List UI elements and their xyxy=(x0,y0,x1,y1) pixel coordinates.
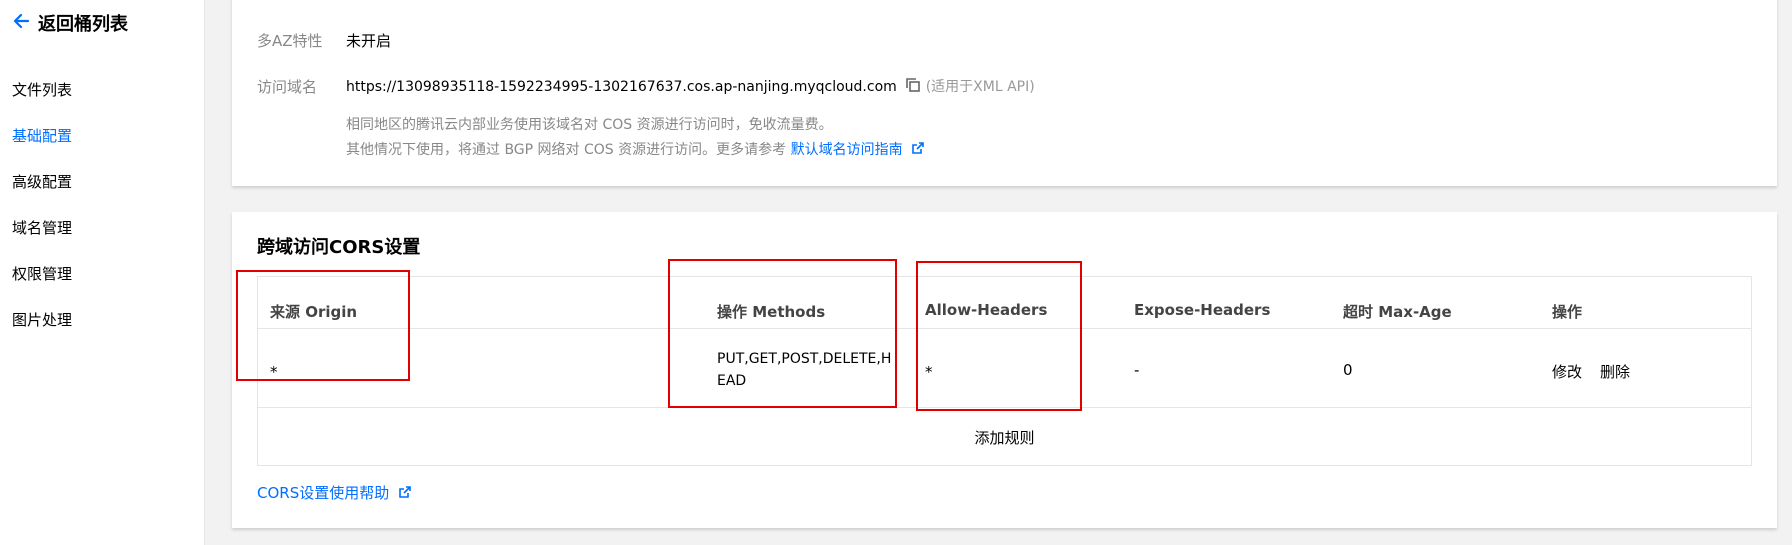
col-header-max-age: 超时 Max-Age xyxy=(1343,303,1452,321)
header-divider xyxy=(258,328,1751,329)
cors-table: 来源 Origin 操作 Methods Allow-Headers Expos… xyxy=(257,276,1752,466)
row-divider xyxy=(258,407,1751,408)
col-header-expose-headers: Expose-Headers xyxy=(1134,301,1271,319)
sidebar-item-domain-management[interactable]: 域名管理 xyxy=(12,217,72,238)
hint-line-2-text: 其他情况下使用，将通过 BGP 网络对 COS 资源进行访问。更多请参考 xyxy=(346,142,787,158)
access-domain-label: 访问域名 xyxy=(257,78,318,96)
edit-button[interactable]: 修改 xyxy=(1552,361,1582,382)
cors-card: 跨域访问CORS设置 来源 Origin 操作 Methods Allow-He… xyxy=(232,212,1777,528)
sidebar-item-permission-management[interactable]: 权限管理 xyxy=(12,263,72,284)
hint-line-1: 相同地区的腾讯云内部业务使用该域名对 COS 资源进行访问时，免收流量费。 xyxy=(346,117,833,133)
cell-origin: * xyxy=(270,363,278,381)
domain-url: https://13098935118-1592234995-130216763… xyxy=(346,79,897,95)
back-label: 返回桶列表 xyxy=(38,14,128,35)
multi-az-value: 未开启 xyxy=(346,32,392,50)
sidebar: 返回桶列表 文件列表 基础配置 高级配置 域名管理 权限管理 图片处理 xyxy=(0,0,205,545)
arrow-left-icon xyxy=(12,11,32,35)
col-header-actions: 操作 xyxy=(1552,303,1583,321)
cell-methods-line-2: EAD xyxy=(717,373,747,389)
col-header-allow-headers: Allow-Headers xyxy=(925,301,1048,319)
delete-button[interactable]: 删除 xyxy=(1600,361,1630,382)
multi-az-label: 多AZ特性 xyxy=(257,32,323,50)
default-domain-guide-link[interactable]: 默认域名访问指南 xyxy=(791,142,903,158)
add-rule-button[interactable]: 添加规则 xyxy=(258,427,1751,448)
basic-info-card: 多AZ特性 未开启 访问域名 https://13098935118-15922… xyxy=(232,0,1777,186)
sidebar-item-advanced-config[interactable]: 高级配置 xyxy=(12,171,72,192)
sidebar-item-file-list[interactable]: 文件列表 xyxy=(12,79,72,100)
external-link-icon[interactable] xyxy=(911,141,925,159)
back-to-bucket-list[interactable]: 返回桶列表 xyxy=(12,10,128,36)
cell-methods: PUT,GET,POST,DELETE,H EAD xyxy=(717,348,891,392)
external-link-icon[interactable] xyxy=(398,485,412,503)
cors-help: CORS设置使用帮助 xyxy=(257,482,412,503)
col-header-methods: 操作 Methods xyxy=(717,303,826,321)
cell-methods-line-1: PUT,GET,POST,DELETE,H xyxy=(717,351,892,367)
hint-line-2: 其他情况下使用，将通过 BGP 网络对 COS 资源进行访问。更多请参考 默认域… xyxy=(346,139,925,159)
cors-title: 跨域访问CORS设置 xyxy=(257,237,421,258)
domain-note: (适用于XML API) xyxy=(925,79,1035,95)
cell-expose-headers: - xyxy=(1134,361,1140,379)
sidebar-item-basic-config[interactable]: 基础配置 xyxy=(12,125,72,146)
copy-icon[interactable] xyxy=(905,77,921,97)
access-domain-value: https://13098935118-1592234995-130216763… xyxy=(346,76,1035,97)
cell-max-age: 0 xyxy=(1343,361,1353,379)
sidebar-item-image-processing[interactable]: 图片处理 xyxy=(12,309,72,330)
cell-allow-headers: * xyxy=(925,363,933,381)
col-header-origin: 来源 Origin xyxy=(270,303,358,321)
cors-help-link[interactable]: CORS设置使用帮助 xyxy=(257,484,389,502)
